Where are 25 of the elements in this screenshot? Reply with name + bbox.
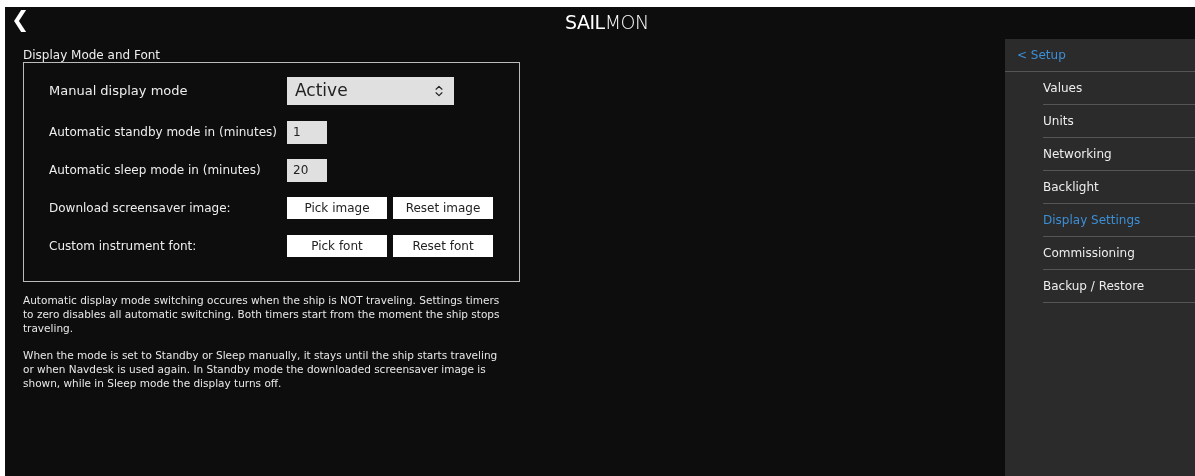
sidebar-item[interactable]: Display Settings [1043, 204, 1195, 237]
logo: SAILMON [565, 10, 649, 35]
mode-select[interactable]: Active [287, 77, 454, 105]
minutes-field[interactable]: 20 [287, 158, 327, 182]
action-button[interactable]: Reset image [393, 197, 493, 219]
info-paragraph: Automatic display mode switching occures when the ship is NOT traveling. Settings timers to zero disables all automatic switching. Both timers start from the moment the ship stops traveling. [23, 293, 501, 335]
sidebar-item[interactable]: Backup / Restore [1043, 270, 1195, 303]
setting-label: Automatic standby mode in (minutes) [49, 124, 278, 141]
sidebar-item[interactable]: Commissioning [1043, 237, 1195, 270]
setting-label: Download screensaver image: [49, 200, 232, 217]
action-button[interactable]: Pick image [287, 197, 387, 219]
setting-label: Manual display mode [49, 82, 189, 101]
sidebar-item[interactable]: Networking [1043, 138, 1195, 171]
back-button[interactable]: ❮ [11, 9, 30, 31]
action-button[interactable]: Reset font [393, 235, 493, 257]
info-paragraph: When the mode is set to Standby or Sleep manually, it stays until the ship starts traveling or when Navdesk is used again. In Standby mode the downloaded screensaver image is shown, while in Sleep mode the display turns off. [23, 348, 499, 390]
sidebar-item[interactable]: Backlight [1043, 171, 1195, 204]
action-button[interactable]: Pick font [287, 235, 387, 257]
minutes-field[interactable]: 1 [287, 120, 327, 144]
setting-label: Automatic sleep mode in (minutes) [49, 162, 262, 179]
section-title: Display Mode and Font [23, 49, 162, 61]
sidebar-item[interactable]: Values [1043, 72, 1195, 105]
sidebar-item[interactable]: Units [1043, 105, 1195, 138]
setup-back-link[interactable]: < Setup [1005, 39, 1195, 72]
setting-label: Custom instrument font: [49, 238, 198, 255]
